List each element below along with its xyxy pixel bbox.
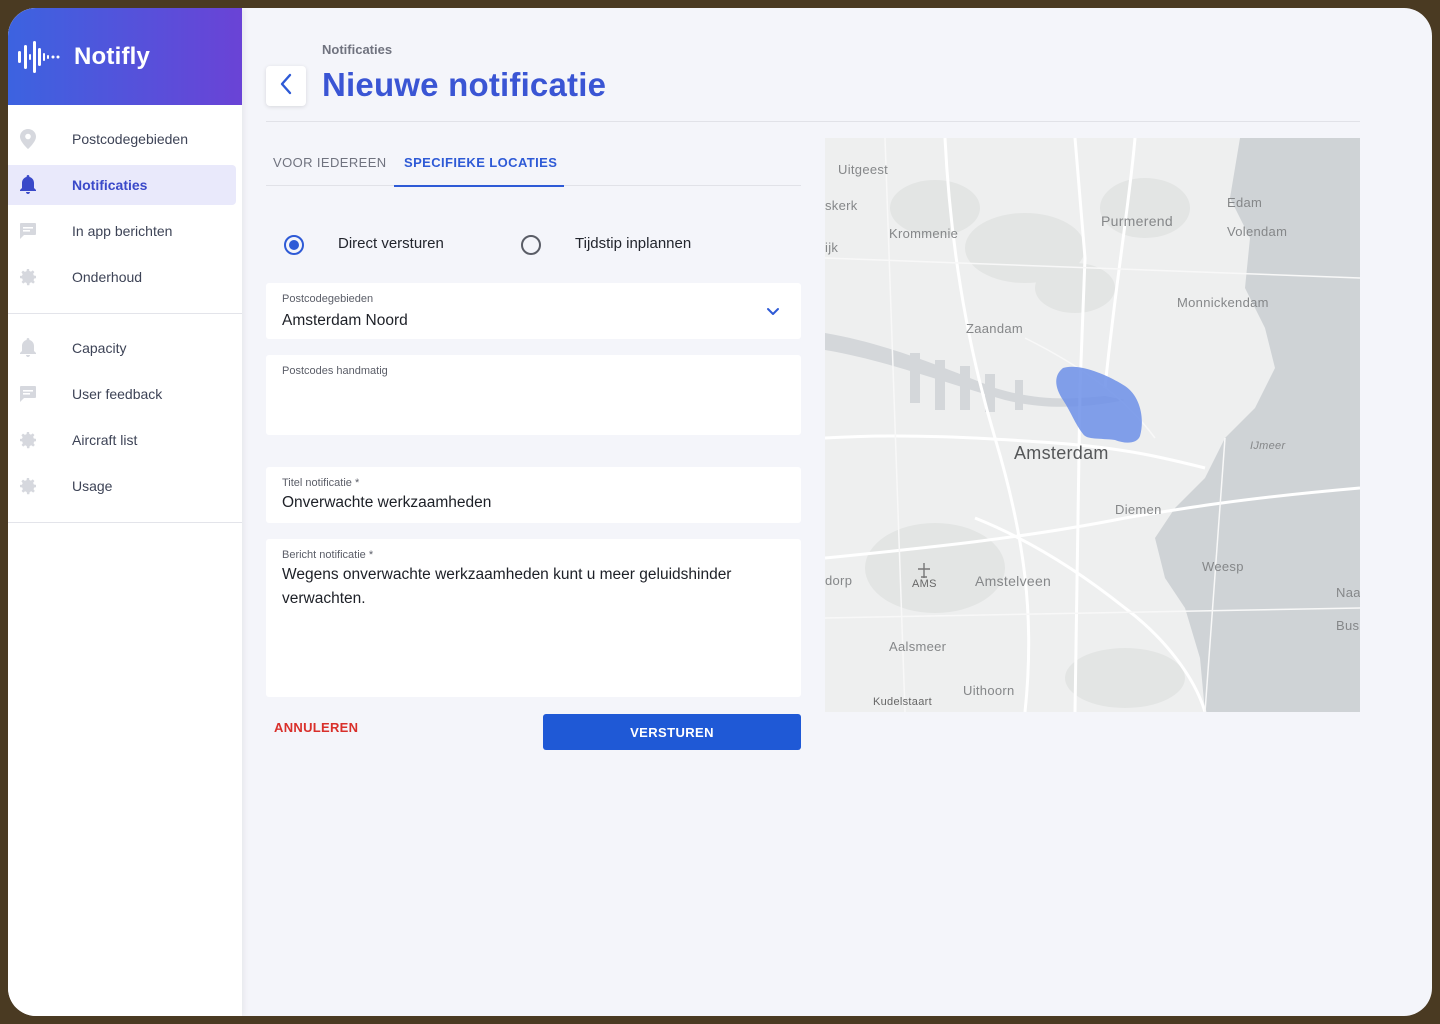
highlight-area[interactable] xyxy=(1056,366,1142,443)
map-label: Amsterdam xyxy=(1014,443,1109,463)
radio-label: Direct versturen xyxy=(338,235,444,252)
sidebar-item-label: Notificaties xyxy=(72,177,148,193)
sidebar-item-onderhoud[interactable]: Onderhoud xyxy=(8,257,236,297)
sidebar-item-notificaties[interactable]: Notificaties xyxy=(8,165,236,205)
chat-icon xyxy=(18,221,38,241)
sidebar-item-label: User feedback xyxy=(72,386,163,402)
brand-name: Notifly xyxy=(74,42,151,70)
sidebar-item-user-feedback[interactable]: User feedback xyxy=(8,374,236,414)
radio-label: Tijdstip inplannen xyxy=(575,235,692,252)
cancel-button[interactable]: ANNULEREN xyxy=(274,720,358,735)
divider xyxy=(266,121,1360,122)
radio-tijdstip-inplannen[interactable] xyxy=(521,235,541,255)
field-label: Postcodegebieden xyxy=(282,293,374,305)
sidebar-item-in-app-berichten[interactable]: In app berichten xyxy=(8,211,236,251)
field-value: Amsterdam Noord xyxy=(282,312,408,329)
map-label: Uitgeest xyxy=(838,162,889,177)
sidebar-item-label: Usage xyxy=(72,478,113,494)
map-label: Zaandam xyxy=(966,321,1024,336)
send-button[interactable]: VERSTUREN xyxy=(543,714,801,750)
map-label: skerk xyxy=(825,198,858,213)
sidebar-item-capacity[interactable]: Capacity xyxy=(8,328,236,368)
sidebar-item-label: In app berichten xyxy=(72,223,173,239)
map-label: dorp xyxy=(825,573,853,588)
tab-specifieke-locaties[interactable]: SPECIFIEKE LOCATIES xyxy=(394,139,564,187)
chevron-down-icon[interactable] xyxy=(765,303,781,319)
send-mode-radio-group: Direct versturen Tijdstip inplannen xyxy=(266,230,806,260)
radio-direct-versturen[interactable] xyxy=(284,235,304,255)
chat-icon xyxy=(18,384,38,404)
sidebar-item-label: Onderhoud xyxy=(72,269,143,285)
sidebar-item-postcodegebieden[interactable]: Postcodegebieden xyxy=(8,119,236,159)
field-label: Bericht notificatie * xyxy=(282,549,374,561)
field-value: Onverwachte werkzaamheden xyxy=(282,494,492,511)
bell-icon xyxy=(18,338,38,358)
field-value: Wegens onverwachte werkzaamheden kunt u … xyxy=(282,566,732,607)
map-label: Aalsmeer xyxy=(889,639,947,654)
sidebar-item-label: Postcodegebieden xyxy=(72,131,188,147)
postcodes-handmatig-field[interactable]: Postcodes handmatig xyxy=(266,355,801,435)
map-label: Monnickendam xyxy=(1177,295,1269,310)
gear-icon xyxy=(18,430,38,450)
bell-icon xyxy=(18,175,38,195)
location-pin-icon xyxy=(18,129,38,149)
map-label: Diemen xyxy=(1115,502,1162,517)
chevron-left-icon xyxy=(279,73,293,100)
sidebar: Notifly Postcodegebieden Notificaties In… xyxy=(8,8,242,1016)
nav-group-main: Postcodegebieden Notificaties In app ber… xyxy=(8,105,242,314)
map-label: Volendam xyxy=(1227,224,1288,239)
map-label: IJmeer xyxy=(1250,440,1286,452)
breadcrumb[interactable]: Notificaties xyxy=(322,42,392,57)
map-label: ijk xyxy=(825,240,839,255)
map-label: Amstelveen xyxy=(975,573,1052,589)
postcodegebieden-select[interactable]: Postcodegebieden Amsterdam Noord xyxy=(266,283,801,339)
map-label: Bus xyxy=(1336,618,1360,633)
gear-icon xyxy=(18,476,38,496)
map-label: Naa xyxy=(1336,585,1360,600)
sidebar-item-usage[interactable]: Usage xyxy=(8,466,236,506)
field-label: Titel notificatie * xyxy=(282,477,360,489)
map-label: Kudelstaart xyxy=(873,696,932,708)
titel-notificatie-field[interactable]: Titel notificatie * Onverwachte werkzaam… xyxy=(266,467,801,523)
back-button[interactable] xyxy=(266,66,306,106)
map-label: AMS xyxy=(912,578,937,590)
gear-icon xyxy=(18,267,38,287)
brand-header[interactable]: Notifly xyxy=(8,8,242,105)
sidebar-item-aircraft-list[interactable]: Aircraft list xyxy=(8,420,236,460)
tab-voor-iedereen[interactable]: VOOR IEDEREEN xyxy=(273,138,387,186)
field-label: Postcodes handmatig xyxy=(282,365,388,377)
page-title: Nieuwe notificatie xyxy=(322,66,607,103)
sidebar-item-label: Capacity xyxy=(72,340,127,356)
app-window: Notifly Postcodegebieden Notificaties In… xyxy=(8,8,1432,1016)
map-label: Purmerend xyxy=(1101,213,1173,229)
map-label: Edam xyxy=(1227,195,1263,210)
map-label: Uithoorn xyxy=(963,683,1015,698)
nav-group-secondary: Capacity User feedback Aircraft list Usa… xyxy=(8,314,242,523)
sidebar-item-label: Aircraft list xyxy=(72,432,138,448)
bericht-notificatie-field[interactable]: Bericht notificatie * Wegens onverwachte… xyxy=(266,539,801,697)
map-label: Weesp xyxy=(1202,559,1244,574)
tab-bar: VOOR IEDEREEN SPECIFIEKE LOCATIES xyxy=(266,138,801,187)
soundwave-logo-icon xyxy=(16,37,68,77)
map-view[interactable]: Uitgeest skerk Krommenie Purmerend Edam … xyxy=(825,138,1360,712)
map-label: Krommenie xyxy=(889,226,959,241)
